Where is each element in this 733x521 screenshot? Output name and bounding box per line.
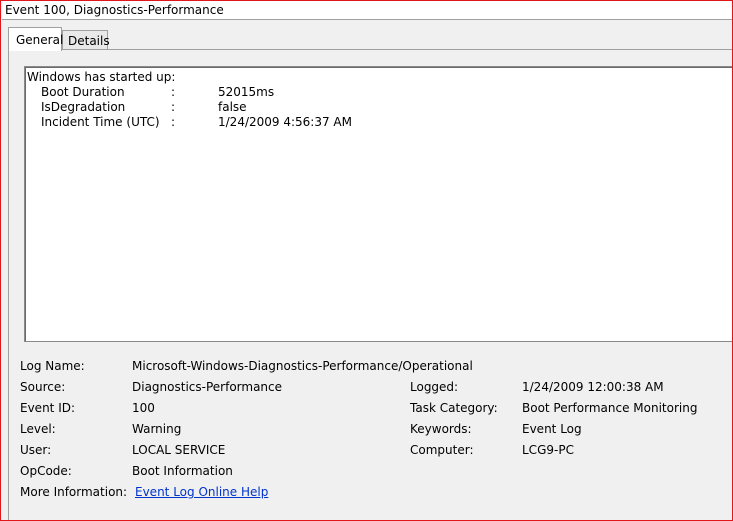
- level-label: Level:: [20, 422, 56, 436]
- keywords-label: Keywords:: [410, 422, 472, 436]
- task-category-label: Task Category:: [410, 401, 498, 415]
- level-value: Warning: [132, 422, 182, 436]
- boot-duration-name: Boot Duration: [41, 85, 125, 99]
- boot-duration-value: 52015ms: [218, 85, 275, 99]
- logged-value: 1/24/2009 12:00:38 AM: [522, 380, 664, 394]
- computer-label: Computer:: [410, 443, 474, 457]
- task-category-value: Boot Performance Monitoring: [522, 401, 698, 415]
- event-id-label: Event ID:: [20, 401, 76, 415]
- tab-details-label: Details: [68, 34, 110, 48]
- event-id-value: 100: [132, 401, 155, 415]
- event-log-online-help-link[interactable]: Event Log Online Help: [135, 485, 268, 499]
- tab-general[interactable]: General: [8, 27, 64, 51]
- event-description-textbox[interactable]: Windows has started up: Boot Duration : …: [24, 66, 732, 342]
- log-name-label: Log Name:: [20, 359, 85, 373]
- boot-duration-sep: :: [171, 85, 176, 99]
- log-name-value: Microsoft-Windows-Diagnostics-Performanc…: [132, 359, 473, 373]
- logged-label: Logged:: [410, 380, 459, 394]
- user-value: LOCAL SERVICE: [132, 443, 226, 457]
- opcode-value: Boot Information: [132, 464, 233, 478]
- tab-details[interactable]: Details: [62, 30, 110, 51]
- computer-value: LCG9-PC: [522, 443, 574, 457]
- incident-time-name: Incident Time (UTC): [41, 115, 160, 129]
- keywords-value: Event Log: [522, 422, 582, 436]
- incident-time-value: 1/24/2009 4:56:37 AM: [218, 115, 352, 129]
- source-value: Diagnostics-Performance: [132, 380, 283, 394]
- tab-general-label: General: [16, 33, 64, 47]
- more-information-label: More Information:: [20, 485, 128, 499]
- event-properties-window: Event 100, Diagnostics-Performance Gener…: [0, 0, 733, 521]
- incident-time-sep: :: [171, 115, 176, 129]
- isdegradation-value: false: [218, 100, 247, 114]
- opcode-label: OpCode:: [20, 464, 72, 478]
- general-tab-panel: Windows has started up: Boot Duration : …: [8, 49, 732, 520]
- description-intro: Windows has started up:: [27, 70, 176, 84]
- source-label: Source:: [20, 380, 66, 394]
- window-title: Event 100, Diagnostics-Performance: [5, 3, 224, 17]
- isdegradation-name: IsDegradation: [41, 100, 126, 114]
- window-title-bar: Event 100, Diagnostics-Performance: [2, 1, 732, 20]
- user-label: User:: [20, 443, 52, 457]
- isdegradation-sep: :: [171, 100, 176, 114]
